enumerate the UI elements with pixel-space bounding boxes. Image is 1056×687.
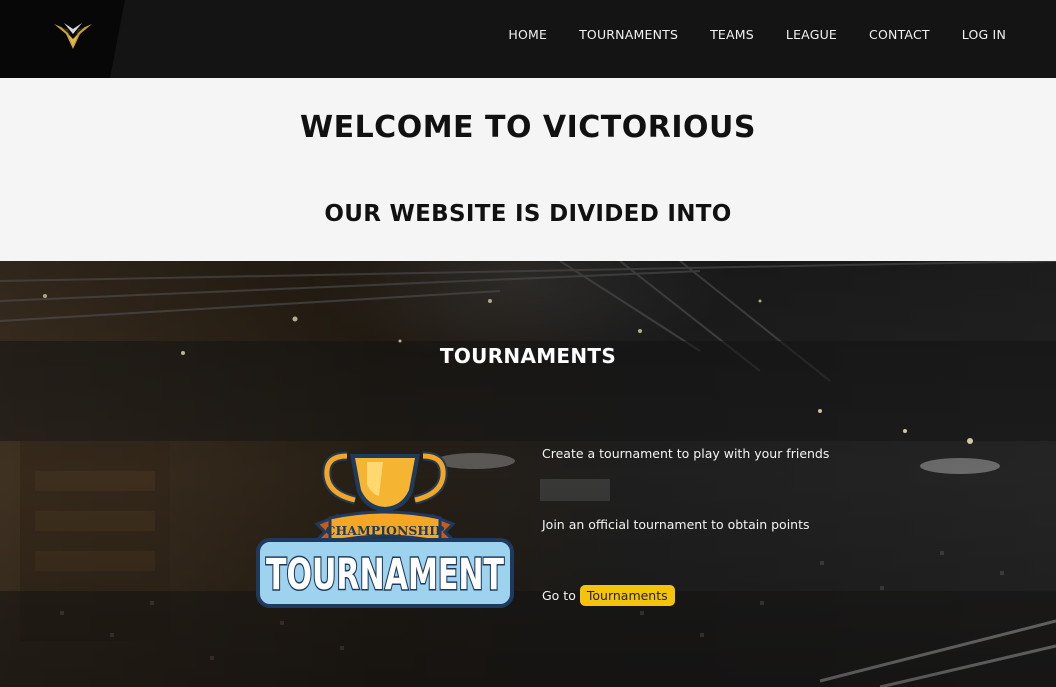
nav-contact[interactable]: CONTACT [869,27,930,42]
goto-tournaments-button[interactable]: Tournaments [579,585,675,606]
welcome-subtitle: OUR WEBSITE IS DIVIDED INTO [324,201,732,227]
badge-main-text: TOURNAMENT [266,550,504,600]
arena-dark-overlay [0,261,1056,687]
championship-tournament-badge: CHAMPIONSHIP TOURNAMENT [256,451,514,608]
navbar: HOME TOURNAMENTS TEAMS LEAGUE CONTACT LO… [0,0,1056,78]
nav-league[interactable]: LEAGUE [786,27,837,42]
nav-login[interactable]: LOG IN [962,27,1006,42]
nav-tournaments[interactable]: TOURNAMENTS [579,27,678,42]
welcome-title: WELCOME TO VICTORIOUS [299,110,757,145]
victorious-logo-icon[interactable] [54,20,92,50]
nav-teams[interactable]: TEAMS [710,27,754,42]
tournaments-section: TOURNAMENTS CHAMPIONSHIP TOURNAMENT Crea… [0,261,1056,687]
goto-row: Go to Tournaments [542,585,675,606]
main-nav: HOME TOURNAMENTS TEAMS LEAGUE CONTACT LO… [476,0,1006,68]
nav-home[interactable]: HOME [508,27,547,42]
welcome-section: WELCOME TO VICTORIOUS OUR WEBSITE IS DIV… [0,78,1056,261]
goto-prefix: Go to [542,588,576,603]
feature-join-tournament: Join an official tournament to obtain po… [542,517,810,532]
tournaments-title: TOURNAMENTS [439,344,617,368]
badge-top-text: CHAMPIONSHIP [326,523,446,538]
feature-create-tournament: Create a tournament to play with your fr… [542,446,830,461]
